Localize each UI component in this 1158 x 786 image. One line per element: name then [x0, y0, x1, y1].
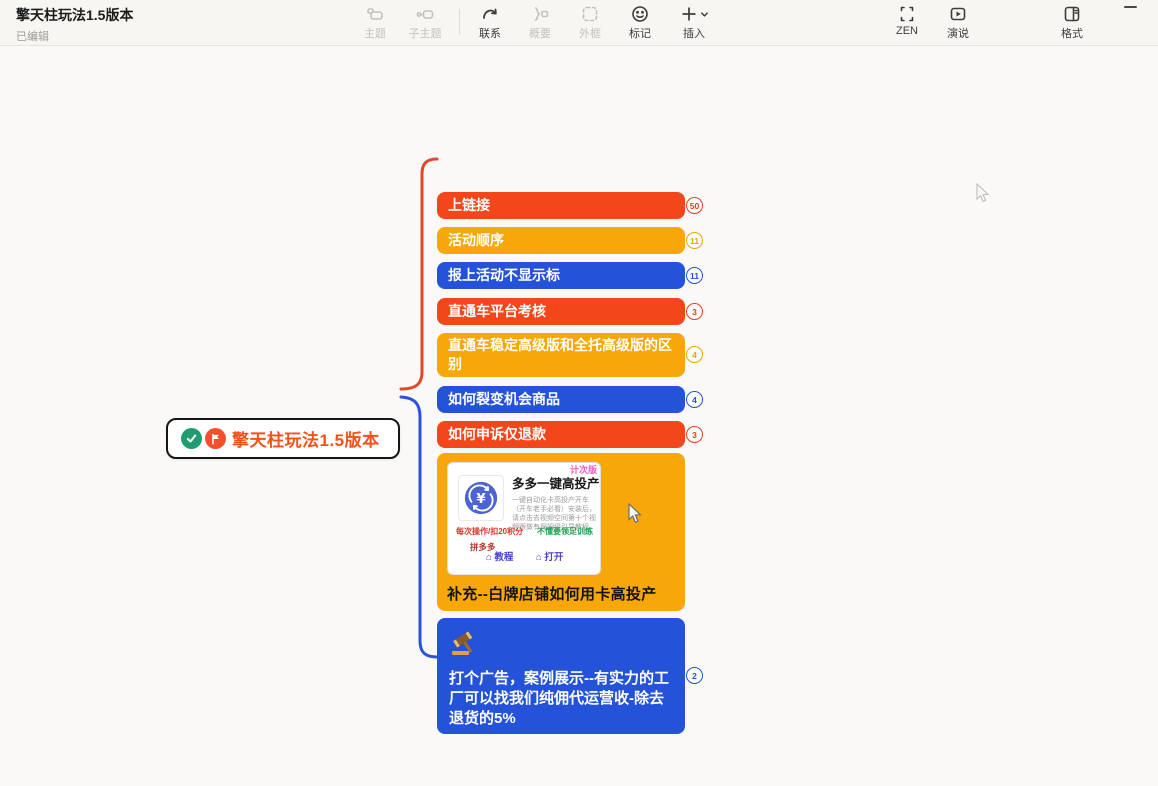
topic-node-ad[interactable]: 打个广告，案例展示--有实力的工厂可以找我们纯佣代运营收-除去退货的5%	[437, 618, 685, 734]
document-status: 已编辑	[16, 28, 133, 44]
relationship-icon	[464, 4, 516, 24]
topic-node[interactable]: 如何申诉仅退款	[437, 421, 685, 448]
topic-count-badge[interactable]: 3	[686, 303, 703, 320]
topic-node-with-image[interactable]: ¥ 多多一键高投产 计次版 一键自动化卡高投产开车（开车老手必看）安装后，请点击…	[437, 453, 685, 611]
toolbar-boundary-button[interactable]: 外框	[564, 4, 616, 41]
app-icon-frame: ¥	[458, 475, 504, 521]
toolbar-summary-button[interactable]: 概要	[514, 4, 566, 41]
flag-marker-icon[interactable]	[205, 428, 226, 449]
format-panel-icon	[1046, 4, 1098, 24]
topic-node[interactable]: 报上活动不显示标	[437, 262, 685, 289]
app-card-tutorial-button[interactable]: ⌂ 教程	[486, 552, 513, 565]
topic-node[interactable]: 直通车平台考核	[437, 298, 685, 325]
zen-mode-icon	[881, 4, 933, 24]
boundary-icon	[564, 4, 616, 24]
topic-count-badge[interactable]: 11	[686, 232, 703, 249]
topic-label: 补充--白牌店铺如何用卡高投产	[447, 585, 675, 605]
connector-upper-branch	[401, 159, 437, 389]
gavel-icon	[449, 627, 481, 659]
toolbar-relationship-button[interactable]: 联系	[464, 4, 516, 41]
toolbar-format-button[interactable]: 格式	[1046, 4, 1098, 41]
toolbar-divider	[459, 9, 460, 35]
svg-text:¥: ¥	[476, 492, 486, 507]
root-topic-node[interactable]: 擎天柱玩法1.5版本	[166, 418, 400, 459]
topic-label: 如何申诉仅退款	[448, 425, 546, 444]
plus-icon	[680, 5, 698, 23]
toolbar-insert-button[interactable]: 插入	[668, 4, 720, 41]
topic-label: 上链接	[448, 196, 490, 215]
topic-count-badge[interactable]: 4	[686, 391, 703, 408]
toolbar-topic-button[interactable]: 主题	[349, 4, 401, 41]
app-card-tip-note: 不懂要领足训练	[537, 527, 593, 538]
app-card-version-tag: 计次版	[570, 464, 597, 476]
topic-node[interactable]: 直通车稳定高级版和全托高级版的区别	[437, 333, 685, 377]
toolbar-subtopic-button[interactable]: 子主题	[399, 4, 451, 41]
subtopic-icon	[399, 4, 451, 24]
topic-icon	[349, 4, 401, 24]
app-card-title: 多多一键高投产	[512, 476, 600, 493]
topic-count-badge[interactable]: 2	[686, 667, 703, 684]
toolbar-present-button[interactable]: 演说	[932, 4, 984, 41]
document-meta: 擎天柱玩法1.5版本 已编辑	[16, 5, 133, 44]
chevron-down-icon	[700, 10, 709, 19]
play-presentation-icon	[932, 4, 984, 24]
titlebar: 擎天柱玩法1.5版本 已编辑 主题 子主题 联系 概要 外框	[0, 0, 1158, 46]
topic-node[interactable]: 活动顺序	[437, 227, 685, 254]
topic-label: 活动顺序	[448, 231, 504, 250]
topic-node[interactable]: 如何裂变机会商品	[437, 386, 685, 413]
app-card-open-button[interactable]: ⌂ 打开	[536, 552, 563, 565]
yuan-sync-app-icon: ¥	[462, 479, 500, 517]
app-card-cost-note: 每次操作/扣20积分	[456, 527, 523, 538]
topic-count-badge[interactable]: 11	[686, 267, 703, 284]
toolbar-marker-button[interactable]: 标记	[614, 4, 666, 41]
embedded-app-card: ¥ 多多一键高投产 计次版 一键自动化卡高投产开车（开车老手必看）安装后，请点击…	[447, 462, 601, 575]
toolbar-zen-button[interactable]: ZEN	[881, 4, 933, 37]
mindmap-canvas[interactable]: 擎天柱玩法1.5版本 上链接 活动顺序 报上活动不显示标 直通车平台考核 直通车…	[0, 46, 1158, 740]
topic-label: 直通车稳定高级版和全托高级版的区别	[448, 336, 674, 374]
topic-node[interactable]: 上链接	[437, 192, 685, 219]
root-topic-label: 擎天柱玩法1.5版本	[232, 426, 380, 451]
topic-count-badge[interactable]: 3	[686, 426, 703, 443]
topic-count-badge[interactable]: 50	[686, 197, 703, 214]
topic-label: 如何裂变机会商品	[448, 390, 560, 409]
summary-icon	[514, 4, 566, 24]
topic-label: 报上活动不显示标	[448, 266, 560, 285]
window-minimize-dash[interactable]	[1124, 6, 1137, 8]
task-done-check-icon[interactable]	[181, 428, 202, 449]
connector-lower-branch	[401, 397, 437, 657]
marker-smiley-icon	[614, 4, 666, 24]
document-title: 擎天柱玩法1.5版本	[16, 5, 133, 25]
topic-label: 打个广告，案例展示--有实力的工厂可以找我们纯佣代运营收-除去退货的5%	[449, 669, 673, 730]
topic-label: 直通车平台考核	[448, 302, 546, 321]
topic-count-badge[interactable]: 4	[686, 346, 703, 363]
